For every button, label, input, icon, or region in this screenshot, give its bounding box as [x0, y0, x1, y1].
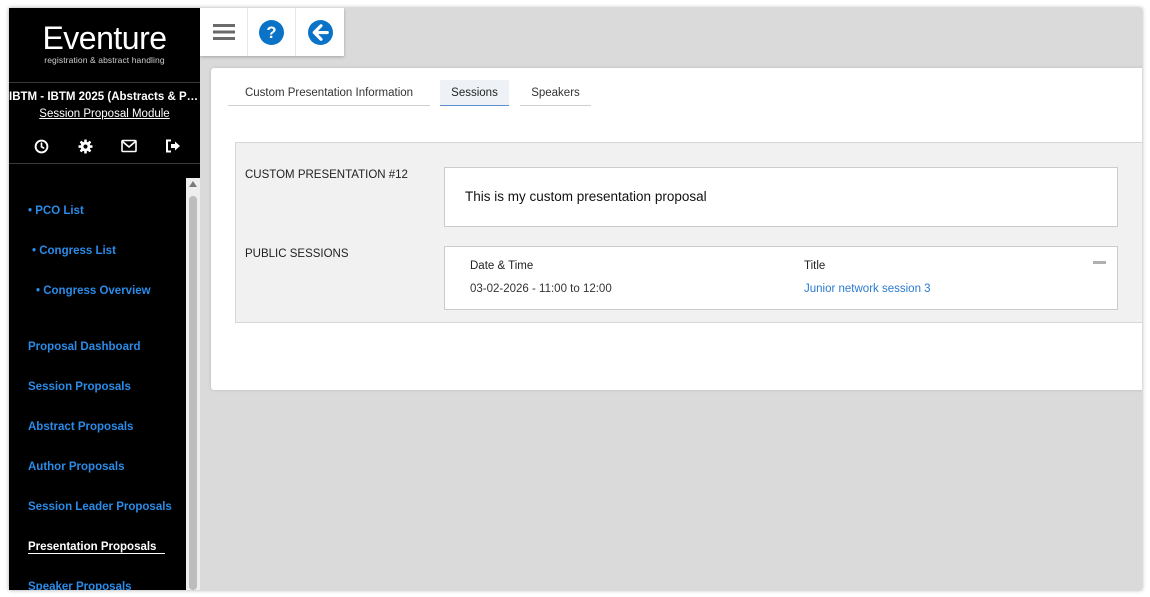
- menu-button[interactable]: [200, 8, 248, 56]
- sessions-table: Date & Time Title 03-02-2026 - 11:00 to …: [444, 246, 1118, 310]
- module-link[interactable]: Session Proposal Module: [9, 108, 200, 120]
- content-card: Custom Presentation Information Sessions…: [211, 68, 1142, 390]
- event-title: IBTM - IBTM 2025 (Abstracts & Par...: [9, 91, 200, 103]
- nav-abstract-proposals[interactable]: Abstract Proposals: [28, 421, 133, 433]
- column-header-title: Title: [804, 260, 826, 272]
- menu-icon: [212, 24, 235, 40]
- nav-congress-overview[interactable]: • Congress Overview: [36, 285, 151, 297]
- help-icon: ?: [259, 19, 284, 45]
- column-header-datetime: Date & Time: [470, 260, 534, 272]
- tab-custom-presentation-information[interactable]: Custom Presentation Information: [228, 80, 430, 106]
- scroll-thumb[interactable]: [189, 196, 197, 590]
- scroll-up-arrow-icon[interactable]: [189, 181, 197, 187]
- nav-session-leader-proposals[interactable]: Session Leader Proposals: [28, 501, 172, 513]
- session-title-link[interactable]: Junior network session 3: [804, 283, 931, 295]
- tab-sessions[interactable]: Sessions: [440, 80, 509, 106]
- proposal-box: This is my custom presentation proposal: [444, 167, 1118, 227]
- sidebar-scrollbar[interactable]: [186, 178, 200, 590]
- back-arrow-icon: [307, 19, 333, 45]
- mail-icon[interactable]: [120, 137, 138, 155]
- clock-icon[interactable]: [32, 137, 50, 155]
- nav-session-proposals[interactable]: Session Proposals: [28, 381, 131, 393]
- sidebar-divider: [9, 82, 200, 83]
- nav-congress-list[interactable]: • Congress List: [32, 245, 116, 257]
- nav-proposal-dashboard[interactable]: Proposal Dashboard: [28, 341, 140, 353]
- help-button[interactable]: ?: [248, 8, 296, 56]
- nav-presentation-proposals[interactable]: Presentation Proposals: [28, 541, 156, 553]
- svg-text:?: ?: [266, 23, 276, 42]
- nav-author-proposals[interactable]: Author Proposals: [28, 461, 124, 473]
- session-datetime: 03-02-2026 - 11:00 to 12:00: [470, 283, 612, 295]
- logout-icon[interactable]: [164, 137, 182, 155]
- toolbar: ?: [200, 8, 344, 56]
- logo-tagline: registration & abstract handling: [44, 55, 165, 65]
- nav-speaker-proposals[interactable]: Speaker Proposals: [28, 581, 132, 590]
- logo: Eventure registration & abstract handlin…: [9, 22, 200, 65]
- active-nav-underline: [28, 553, 165, 554]
- sidebar: Eventure registration & abstract handlin…: [9, 8, 200, 590]
- tab-speakers[interactable]: Speakers: [520, 80, 591, 106]
- gear-icon[interactable]: [76, 137, 94, 155]
- presentation-label: CUSTOM PRESENTATION #12: [245, 169, 408, 181]
- sidebar-nav: • PCO List • Congress List • Congress Ov…: [9, 176, 186, 590]
- public-sessions-label: PUBLIC SESSIONS: [245, 248, 349, 260]
- sidebar-icon-row: [32, 137, 182, 155]
- sessions-panel: CUSTOM PRESENTATION #12 This is my custo…: [235, 142, 1142, 323]
- proposal-text: This is my custom presentation proposal: [465, 189, 707, 204]
- sidebar-divider: [9, 163, 200, 164]
- collapse-icon[interactable]: [1093, 261, 1106, 264]
- nav-pco-list[interactable]: • PCO List: [28, 205, 84, 217]
- back-button[interactable]: [296, 8, 344, 56]
- logo-name: Eventure: [42, 20, 167, 56]
- app-window: Eventure registration & abstract handlin…: [9, 8, 1142, 590]
